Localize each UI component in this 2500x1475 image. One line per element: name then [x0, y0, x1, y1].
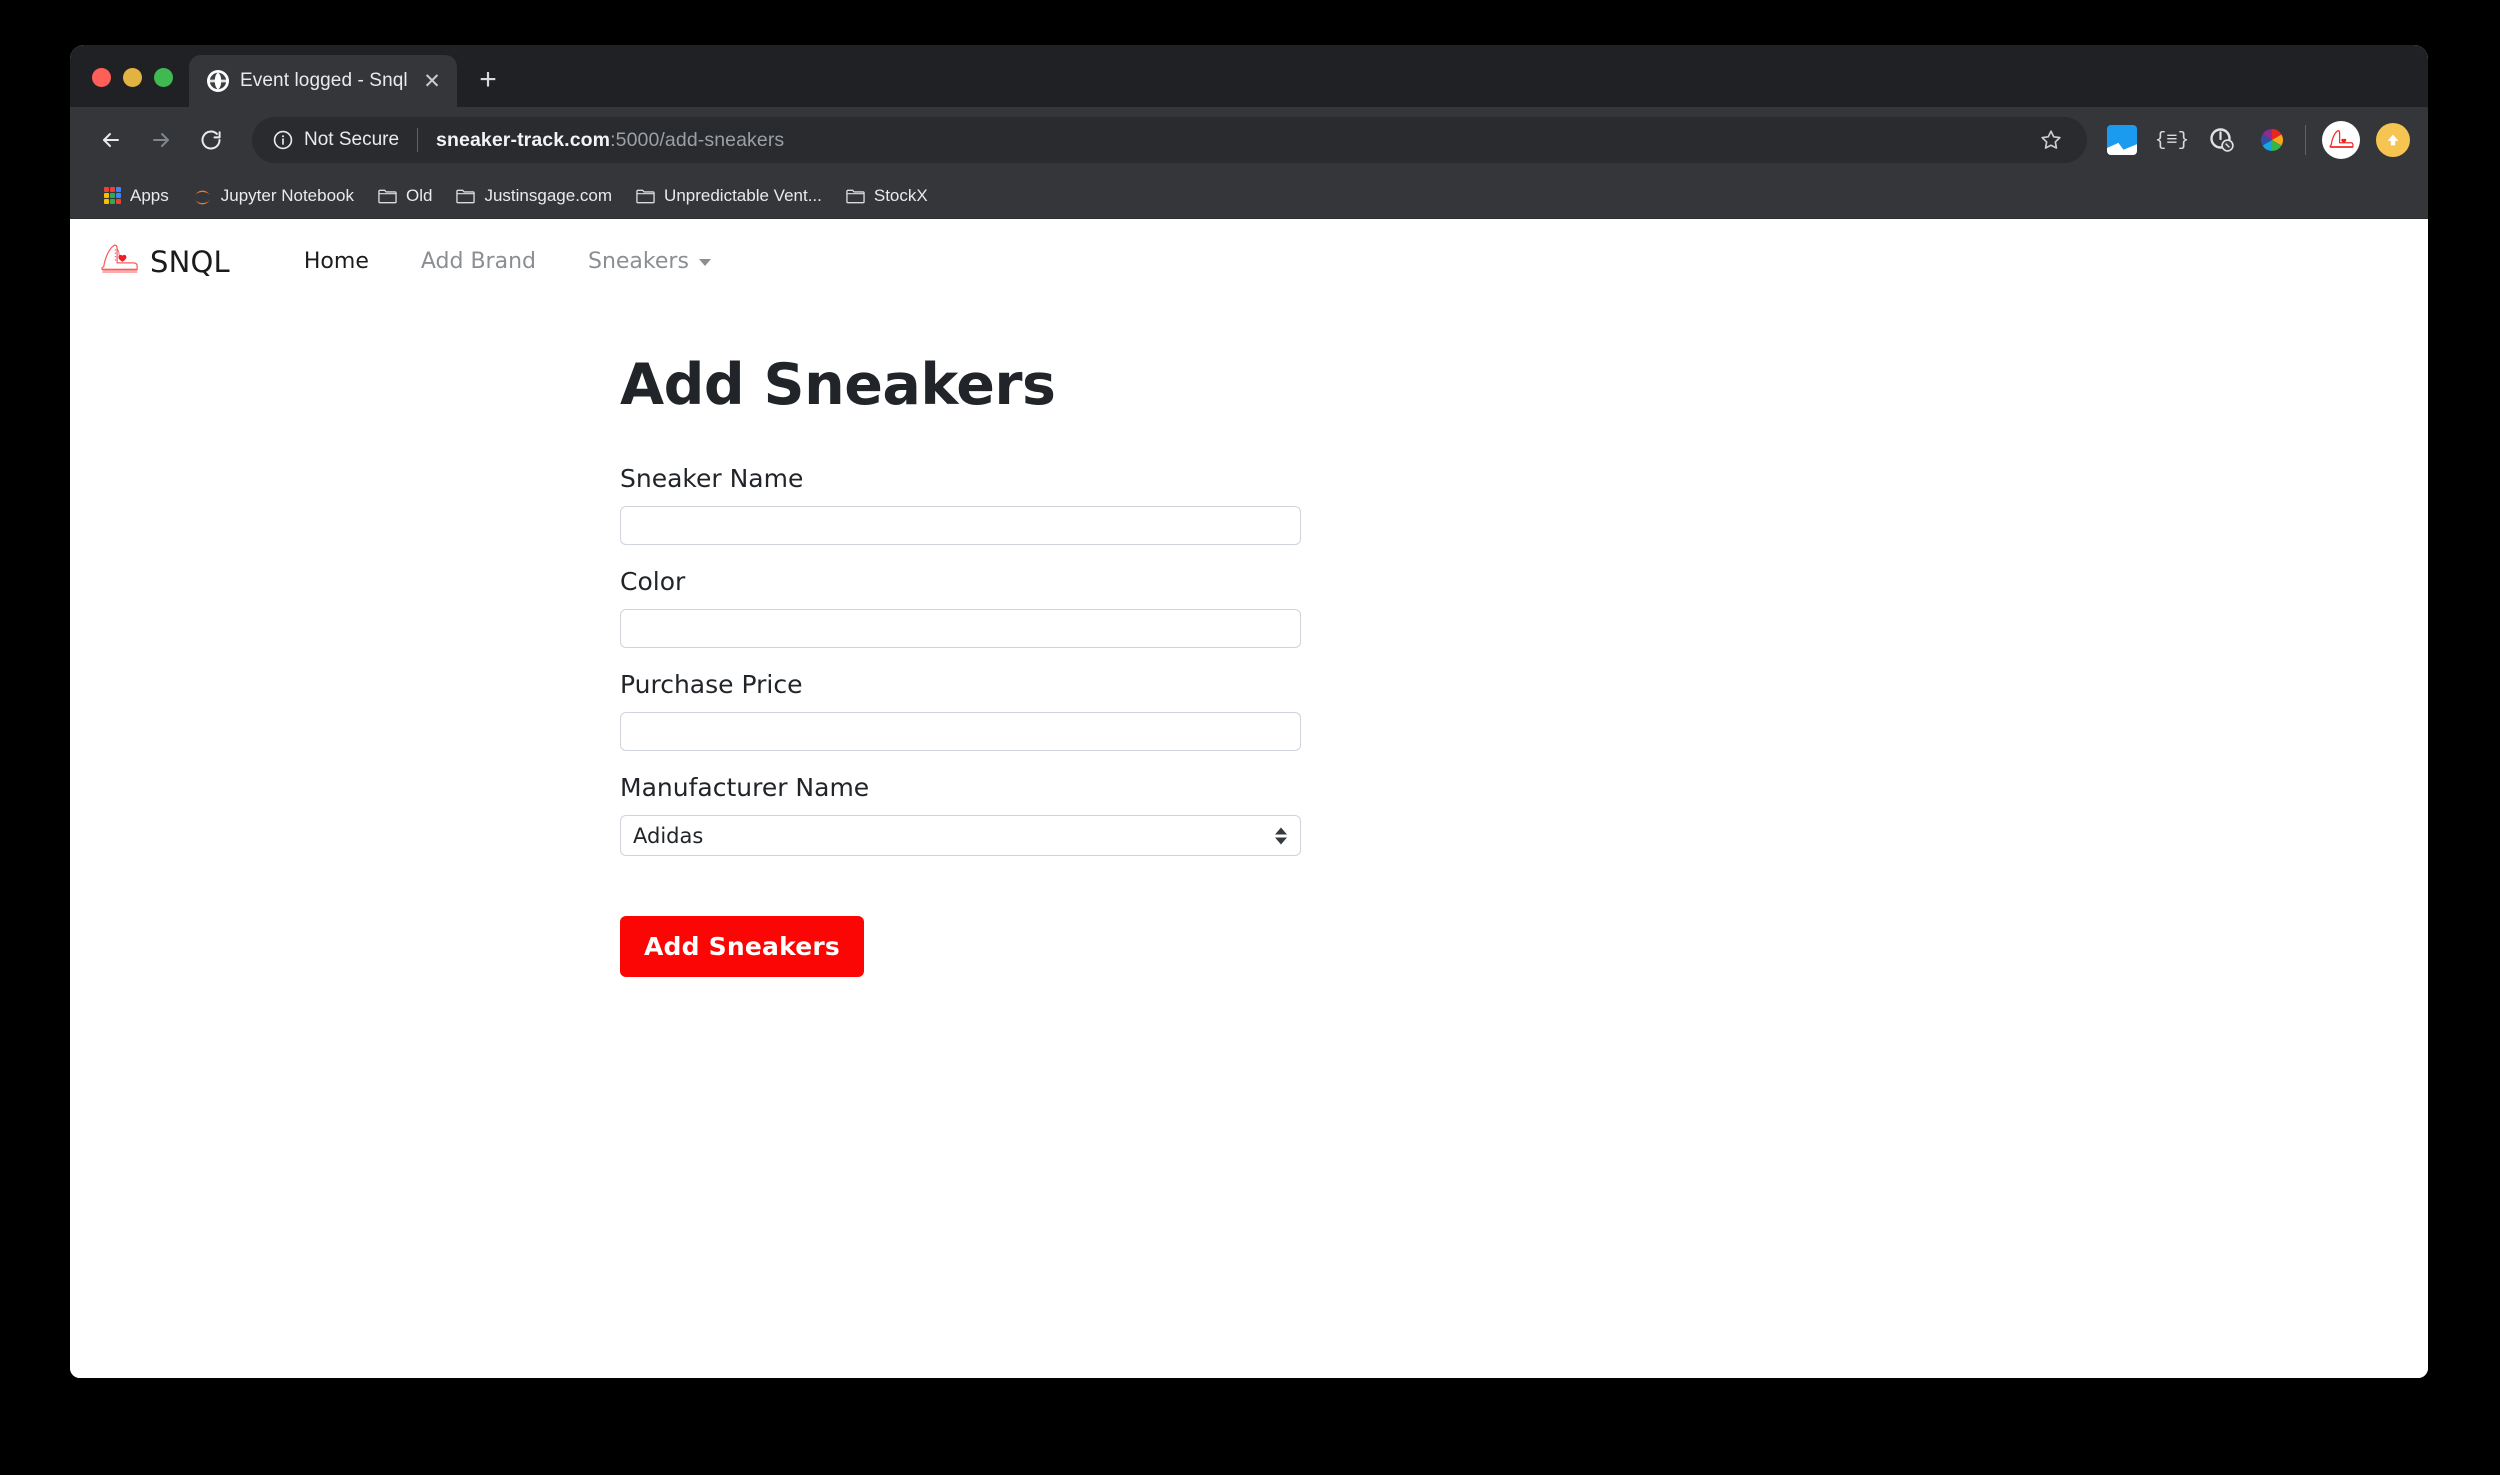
nav-links: Home Add Brand Sneakers — [278, 241, 737, 282]
folder-icon — [378, 188, 397, 204]
browser-toolbar: Not Secure sneaker-track.com:5000/add-sn… — [70, 107, 2428, 173]
bookmark-label: Justinsgage.com — [484, 185, 613, 205]
purchase-price-label: Purchase Price — [620, 670, 803, 699]
page-viewport: SNQL Home Add Brand Sneakers Add Sneaker… — [70, 219, 2428, 1378]
bookmark-star-icon[interactable] — [2031, 120, 2071, 160]
reload-icon[interactable] — [188, 117, 234, 163]
folder-icon — [456, 188, 476, 204]
tab-strip: Event logged - Snql ✕ + — [70, 45, 2428, 107]
folder-icon — [636, 188, 655, 204]
nav-link-sneakers[interactable]: Sneakers — [562, 241, 737, 282]
field-purchase-price: Purchase Price — [620, 670, 2428, 751]
address-bar[interactable]: Not Secure sneaker-track.com:5000/add-sn… — [252, 117, 2087, 163]
nav-link-add-brand[interactable]: Add Brand — [395, 241, 562, 282]
info-circle-icon[interactable] — [272, 129, 294, 151]
forward-arrow-icon[interactable] — [138, 117, 184, 163]
bookmark-jupyter-notebook[interactable]: Jupyter Notebook — [181, 182, 366, 210]
bookmark-stockx[interactable]: StockX — [834, 182, 940, 210]
nav-link-home[interactable]: Home — [278, 241, 395, 282]
tab-title: Event logged - Snql — [240, 70, 408, 91]
new-tab-button[interactable]: + — [465, 57, 511, 103]
json-viewer-extension-icon[interactable]: {≡} — [2155, 123, 2189, 157]
bookmark-label: Unpredictable Vent... — [664, 185, 822, 205]
add-sneakers-form: Sneaker Name Color Purchase Price Manufa… — [620, 464, 2428, 977]
bookmark-apps[interactable]: Apps — [92, 182, 181, 210]
bookmark-old[interactable]: Old — [366, 182, 444, 210]
bookmark-justinsgage[interactable]: Justinsgage.com — [444, 182, 624, 210]
brand-link[interactable]: SNQL — [98, 242, 230, 281]
update-arrow-icon[interactable] — [2376, 123, 2410, 157]
site-navbar: SNQL Home Add Brand Sneakers — [70, 219, 2428, 304]
close-tab-button[interactable]: ✕ — [419, 68, 445, 94]
manufacturer-select[interactable]: Adidas — [620, 815, 1301, 856]
page-title: Add Sneakers — [620, 352, 1056, 418]
sneaker-name-label: Sneaker Name — [620, 464, 804, 493]
apps-grid-icon — [104, 187, 121, 204]
time-tracker-extension-icon[interactable] — [2205, 123, 2239, 157]
main-content: Add Sneakers Sneaker Name Color Purchase… — [70, 304, 2428, 977]
chart-extension-icon[interactable] — [2105, 123, 2139, 157]
jupyter-icon — [193, 188, 212, 204]
omnibox-divider — [417, 128, 419, 152]
address-bar-url: sneaker-track.com:5000/add-sneakers — [436, 129, 784, 152]
field-sneaker-name: Sneaker Name — [620, 464, 2428, 545]
color-picker-extension-icon[interactable] — [2255, 123, 2289, 157]
back-arrow-icon[interactable] — [88, 117, 134, 163]
minimize-window-button[interactable] — [123, 68, 142, 87]
manufacturer-select-wrapper: Adidas — [620, 815, 1301, 856]
bookmark-label: Apps — [130, 185, 169, 205]
color-input[interactable] — [620, 609, 1301, 648]
sneaker-name-input[interactable] — [620, 506, 1301, 545]
field-manufacturer-name: Manufacturer Name Adidas — [620, 773, 2428, 856]
color-label: Color — [620, 567, 686, 596]
browser-window: Event logged - Snql ✕ + Not Secure sneak… — [70, 45, 2428, 1378]
brand-name: SNQL — [150, 244, 230, 279]
extension-icons: {≡} — [2099, 121, 2410, 159]
globe-icon — [207, 70, 229, 92]
bookmark-label: StockX — [873, 185, 928, 205]
add-sneakers-submit-button[interactable]: Add Sneakers — [620, 916, 864, 977]
sneaker-logo-icon — [98, 242, 140, 281]
bookmark-unpredictable-ventures[interactable]: Unpredictable Vent... — [624, 182, 834, 210]
bookmarks-bar: Apps Jupyter Notebook Old Justinsgage.co… — [70, 173, 2428, 219]
security-status-label: Not Secure — [304, 129, 400, 150]
maximize-window-button[interactable] — [154, 68, 173, 87]
nav-link-sneakers-label: Sneakers — [587, 249, 689, 274]
sneaker-avatar-icon[interactable] — [2322, 121, 2360, 159]
bookmark-label: Old — [406, 185, 433, 205]
browser-tab[interactable]: Event logged - Snql ✕ — [189, 55, 457, 107]
toolbar-divider — [2305, 125, 2306, 155]
folder-icon — [846, 188, 865, 204]
field-color: Color — [620, 567, 2428, 648]
window-traffic-lights — [70, 68, 189, 107]
url-host: sneaker-track.com — [436, 128, 611, 151]
bookmark-label: Jupyter Notebook — [220, 185, 354, 205]
close-window-button[interactable] — [92, 68, 111, 87]
chevron-down-icon — [698, 258, 711, 266]
purchase-price-input[interactable] — [620, 712, 1301, 751]
url-path: :5000/add-sneakers — [610, 128, 785, 151]
manufacturer-name-label: Manufacturer Name — [620, 773, 870, 802]
